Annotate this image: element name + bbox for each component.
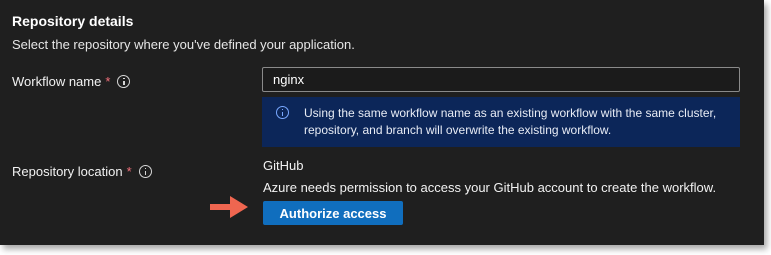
repository-details-panel: Repository details Select the repository…: [0, 0, 764, 245]
repository-location-label: Repository location *: [12, 164, 152, 179]
workflow-name-input[interactable]: [262, 67, 740, 92]
repository-provider: GitHub: [263, 158, 304, 173]
required-asterisk: *: [126, 164, 132, 179]
permission-message: Azure needs permission to access your Gi…: [263, 180, 717, 195]
info-icon[interactable]: [117, 75, 131, 88]
section-title: Repository details: [12, 13, 134, 29]
info-icon: [276, 106, 289, 119]
workflow-name-label-text: Workflow name: [12, 74, 102, 89]
section-description: Select the repository where you've defin…: [12, 37, 355, 52]
authorize-access-button[interactable]: Authorize access: [263, 201, 403, 225]
required-asterisk: *: [105, 74, 111, 89]
repository-location-label-text: Repository location: [12, 164, 123, 179]
arrow-right-icon: [210, 196, 248, 218]
info-icon[interactable]: [138, 165, 152, 178]
workflow-overwrite-info-box: Using the same workflow name as an exist…: [262, 97, 740, 147]
info-message: Using the same workflow name as an exist…: [304, 106, 717, 137]
workflow-name-label: Workflow name *: [12, 74, 131, 89]
